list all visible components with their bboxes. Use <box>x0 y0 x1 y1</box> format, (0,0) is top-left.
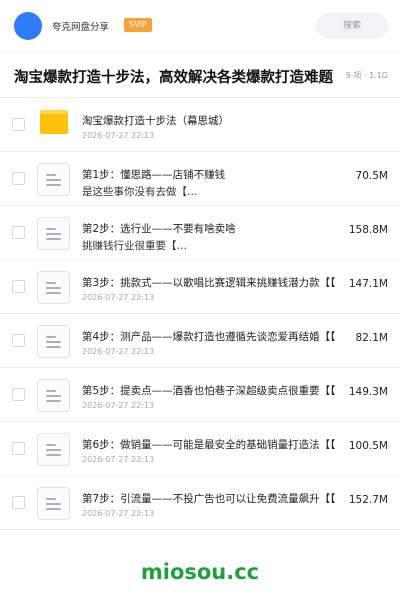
file-size: 147.1M <box>348 278 388 290</box>
file-row[interactable]: 第2步：选行业——不要有啥卖啥 挑赚钱行业很重要【… 158.8M <box>0 206 400 260</box>
file-name: 第4步：测产品——爆款打造也遵循先谈恋爱再结婚【【 <box>82 331 336 343</box>
avatar[interactable] <box>14 12 42 40</box>
file-date: 2026-07-27 22:13 <box>82 347 155 356</box>
file-size: 82.1M <box>355 332 388 344</box>
document-icon <box>37 217 70 250</box>
select-checkbox[interactable] <box>12 172 25 185</box>
search-input[interactable]: 搜索 <box>316 13 388 39</box>
file-name: 第3步：挑款式——以歌唱比赛逻辑来挑赚钱潜力款【【 <box>82 277 336 289</box>
select-checkbox[interactable] <box>12 496 25 509</box>
file-size: 100.5M <box>348 440 388 452</box>
file-size: 152.7M <box>348 494 388 506</box>
file-name: 第2步：选行业——不要有啥卖啥 <box>82 223 236 235</box>
select-checkbox[interactable] <box>12 388 25 401</box>
file-size: 70.5M <box>355 170 388 182</box>
select-checkbox[interactable] <box>12 226 25 239</box>
file-subtitle: 挑赚钱行业很重要【… <box>82 240 187 252</box>
app-name: 夸克网盘分享 <box>52 22 110 33</box>
file-size: 149.3M <box>348 386 388 398</box>
file-date: 2026-07-27 22:13 <box>82 401 155 410</box>
document-icon <box>37 325 70 358</box>
file-name: 第7步：引流量——不投广告也可以让免费流量飙升【【 <box>82 493 336 505</box>
file-row[interactable]: 第3步：挑款式——以歌唱比赛逻辑来挑赚钱潜力款【【 2026-07-27 22:… <box>0 260 400 314</box>
svip-badge: SVIP <box>124 18 152 32</box>
file-name: 第5步：提卖点——酒香也怕巷子深超级卖点很重要【【 <box>82 385 336 397</box>
file-date: 2026-07-27 22:13 <box>82 455 155 464</box>
top-bar: 夸克网盘分享 SVIP 搜索 <box>0 0 400 52</box>
file-row[interactable]: 第4步：测产品——爆款打造也遵循先谈恋爱再结婚【【 2026-07-27 22:… <box>0 314 400 368</box>
page-title: 淘宝爆款打造十步法，高效解决各类爆款打造难题 <box>14 70 333 86</box>
select-checkbox[interactable] <box>12 118 25 131</box>
select-checkbox[interactable] <box>12 442 25 455</box>
select-checkbox[interactable] <box>12 280 25 293</box>
item-count-meta: 9 项 · 1.1G <box>341 70 400 81</box>
document-icon <box>37 163 70 196</box>
file-row[interactable]: 第7步：引流量——不投广告也可以让免费流量飙升【【 2026-07-27 22:… <box>0 476 400 530</box>
document-icon <box>37 487 70 520</box>
file-date: 2026-07-27 22:13 <box>82 293 155 302</box>
file-size: 158.8M <box>348 224 388 236</box>
select-checkbox[interactable] <box>12 334 25 347</box>
file-row[interactable]: 第1步：懂思路——店铺不赚钱 是这些事你没有去做【… 70.5M <box>0 152 400 206</box>
document-icon <box>37 271 70 304</box>
document-icon <box>37 433 70 466</box>
file-row[interactable]: 第5步：提卖点——酒香也怕巷子深超级卖点很重要【【 2026-07-27 22:… <box>0 368 400 422</box>
file-row[interactable]: 第6步：做销量——可能是最安全的基础销量打造法【【 2026-07-27 22:… <box>0 422 400 476</box>
site-watermark: miosou.cc <box>140 560 260 584</box>
folder-icon <box>40 110 68 134</box>
file-subtitle: 是这些事你没有去做【… <box>82 186 198 198</box>
file-list: 淘宝爆款打造十步法（幕思城） 2026-07-27 22:13 第1步：懂思路—… <box>0 98 400 530</box>
file-name: 第1步：懂思路——店铺不赚钱 <box>82 169 226 181</box>
file-name: 第6步：做销量——可能是最安全的基础销量打造法【【 <box>82 439 336 451</box>
file-date: 2026-07-27 22:13 <box>82 509 155 518</box>
title-bar: 淘宝爆款打造十步法，高效解决各类爆款打造难题 9 项 · 1.1G <box>0 52 400 98</box>
folder-name: 淘宝爆款打造十步法（幕思城） <box>82 115 229 127</box>
document-icon <box>37 379 70 412</box>
folder-date: 2026-07-27 22:13 <box>82 131 155 140</box>
folder-row[interactable]: 淘宝爆款打造十步法（幕思城） 2026-07-27 22:13 <box>0 98 400 152</box>
